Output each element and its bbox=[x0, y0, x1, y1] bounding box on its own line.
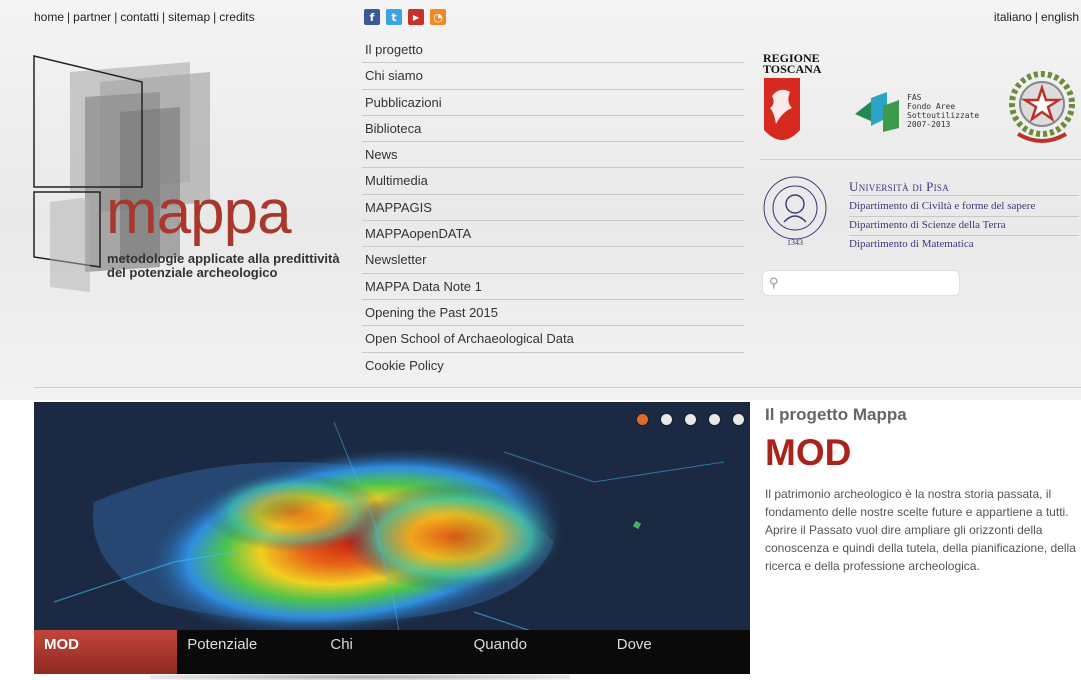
nav-item-cookie-policy[interactable]: Cookie Policy bbox=[362, 353, 744, 379]
slider-dot[interactable] bbox=[733, 414, 744, 425]
dept-divider bbox=[849, 195, 1079, 196]
nav-item-il-progetto[interactable]: Il progetto bbox=[362, 37, 744, 64]
repubblica-emblem[interactable] bbox=[1004, 64, 1080, 150]
rss-icon[interactable]: ◔ bbox=[430, 9, 446, 25]
twitter-icon[interactable]: t bbox=[386, 9, 402, 25]
logo-subtitle-line: del potenziale archeologico bbox=[107, 265, 278, 280]
link-separator: | bbox=[114, 10, 118, 24]
regione-toscana-label: REGIONE TOSCANA bbox=[763, 52, 822, 76]
fas-text-line: Fondo Aree bbox=[907, 102, 956, 111]
facebook-icon[interactable]: f bbox=[364, 9, 380, 25]
nav-item-biblioteca[interactable]: Biblioteca bbox=[362, 116, 744, 143]
nav-item-open-school[interactable]: Open School of Archaeological Data bbox=[362, 326, 744, 353]
intro-panel: Il progetto Mappa MOD Il patrimonio arch… bbox=[765, 405, 1081, 575]
logo-subtitle: metodologie applicate alla predittività … bbox=[107, 252, 367, 280]
nav-item-newsletter[interactable]: Newsletter bbox=[362, 247, 744, 274]
intro-title: MOD bbox=[765, 432, 852, 473]
mappa-logo[interactable]: mappa metodologie applicate alla preditt… bbox=[30, 52, 360, 302]
link-partner[interactable]: partner bbox=[73, 10, 111, 24]
search-icon: ⚲ bbox=[769, 275, 779, 290]
fas-logo[interactable] bbox=[855, 92, 903, 132]
link-home[interactable]: home bbox=[34, 10, 64, 24]
logo-subtitle-line: metodologie applicate alla predittività bbox=[107, 251, 340, 266]
slider-tabs: MOD Potenziale Chi Quando Dove bbox=[34, 630, 750, 674]
unipi-title[interactable]: Università di Pisa bbox=[849, 179, 949, 195]
search-input[interactable] bbox=[787, 274, 959, 294]
dept-matematica[interactable]: Dipartimento di Matematica bbox=[849, 238, 974, 250]
regione-label-line: TOSCANA bbox=[763, 62, 822, 76]
image-slider[interactable]: MOD Potenziale Chi Quando Dove bbox=[34, 402, 750, 674]
link-credits[interactable]: credits bbox=[219, 10, 254, 24]
fas-text: FAS Fondo Aree Sottoutilizzate 2007-2013 bbox=[907, 93, 979, 129]
intro-body: Il patrimonio archeologico è la nostra s… bbox=[765, 487, 1076, 573]
slider-dot[interactable] bbox=[661, 414, 672, 425]
fas-text-line: Sottoutilizzate bbox=[907, 111, 980, 120]
tab-mod[interactable]: MOD bbox=[34, 630, 178, 674]
tab-potenziale[interactable]: Potenziale bbox=[177, 630, 320, 674]
slider-dot[interactable] bbox=[637, 414, 648, 425]
main-nav: Il progetto Chi siamo Pubblicazioni Bibl… bbox=[362, 37, 744, 379]
slider-shadow bbox=[150, 674, 570, 680]
link-separator: | bbox=[67, 10, 71, 24]
social-icons: f t ▶ ◔ bbox=[364, 9, 446, 25]
lang-italiano[interactable]: italiano bbox=[994, 10, 1032, 24]
dept-civilta[interactable]: Dipartimento di Civiltà e forme del sape… bbox=[849, 200, 1035, 212]
link-sitemap[interactable]: sitemap bbox=[168, 10, 210, 24]
nav-item-chi-siamo[interactable]: Chi siamo bbox=[362, 63, 744, 90]
unipi-seal[interactable]: 1343 bbox=[762, 170, 828, 248]
nav-item-opening-the-past[interactable]: Opening the Past 2015 bbox=[362, 300, 744, 327]
header-divider bbox=[34, 387, 1081, 388]
language-switcher: italiano | english bbox=[994, 10, 1079, 24]
nav-item-data-note[interactable]: MAPPA Data Note 1 bbox=[362, 274, 744, 300]
nav-item-mappagis[interactable]: MAPPAGIS bbox=[362, 195, 744, 222]
slider-dot[interactable] bbox=[685, 414, 696, 425]
search-box: ⚲ bbox=[762, 270, 960, 296]
dept-scienze-terra[interactable]: Dipartimento di Scienze della Terra bbox=[849, 219, 1006, 231]
logo-word: mappa bbox=[106, 178, 292, 247]
fas-text-line: FAS bbox=[907, 93, 922, 102]
top-links: home | partner | contatti | sitemap | credits bbox=[34, 10, 255, 24]
fas-text-line: 2007-2013 bbox=[907, 120, 951, 129]
tab-chi[interactable]: Chi bbox=[320, 630, 463, 674]
sponsor-area: REGIONE TOSCANA FAS Fondo Aree Sottoutil… bbox=[760, 40, 1081, 270]
tab-quando[interactable]: Quando bbox=[464, 630, 607, 674]
nav-item-mappaopendata[interactable]: MAPPAopenDATA bbox=[362, 221, 744, 248]
slider-dot[interactable] bbox=[709, 414, 720, 425]
lang-separator: | bbox=[1034, 10, 1038, 24]
tab-dove[interactable]: Dove bbox=[607, 630, 750, 674]
youtube-icon[interactable]: ▶ bbox=[408, 9, 424, 25]
nav-item-pubblicazioni[interactable]: Pubblicazioni bbox=[362, 90, 744, 116]
seal-year: 1343 bbox=[787, 238, 803, 247]
link-contatti[interactable]: contatti bbox=[120, 10, 159, 24]
nav-item-news[interactable]: News bbox=[362, 142, 744, 169]
dept-divider bbox=[849, 235, 1079, 236]
slider-dots bbox=[637, 414, 744, 425]
intro-kicker: Il progetto Mappa bbox=[765, 405, 907, 424]
regione-toscana-logo[interactable] bbox=[764, 78, 800, 150]
dept-divider bbox=[849, 216, 1079, 217]
link-separator: | bbox=[213, 10, 217, 24]
nav-item-multimedia[interactable]: Multimedia bbox=[362, 168, 744, 195]
sponsor-divider bbox=[760, 159, 1081, 160]
link-separator: | bbox=[162, 10, 166, 24]
lang-english[interactable]: english bbox=[1041, 10, 1079, 24]
